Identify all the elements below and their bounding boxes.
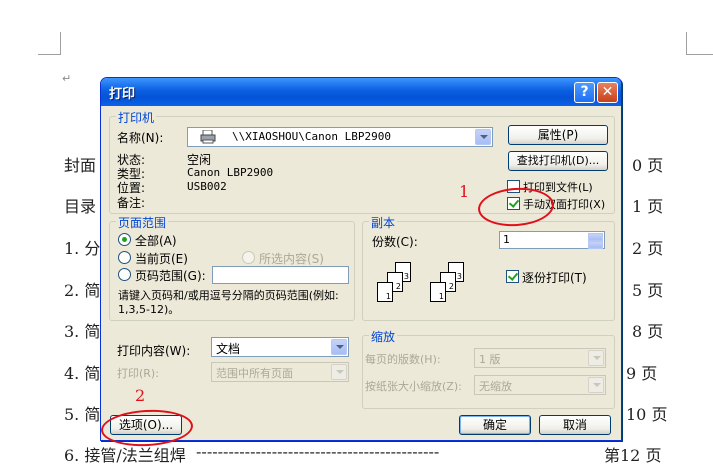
print-what-combo[interactable]: 文档 bbox=[211, 337, 349, 357]
doc-dashes: ----------------------------------------… bbox=[196, 442, 440, 461]
location-value: USB002 bbox=[187, 180, 227, 193]
print-pages-value: 范围中所有页面 bbox=[216, 367, 293, 380]
doc-page-3: 2 页 bbox=[632, 239, 664, 258]
collate-label: 逐份打印(T) bbox=[522, 271, 587, 285]
chevron-down-icon[interactable] bbox=[331, 364, 347, 380]
pages-per-sheet-label: 每页的版数(H): bbox=[365, 353, 441, 366]
doc-line-4: 2. 简 bbox=[64, 281, 101, 300]
preview-page-1b: 1 bbox=[430, 282, 446, 302]
range-current-label: 当前页(E) bbox=[135, 252, 188, 266]
title-bar[interactable]: 打印 ? ✕ bbox=[101, 78, 621, 106]
paragraph-mark: ↵ bbox=[62, 72, 72, 85]
doc-page-5: 8 页 bbox=[632, 322, 664, 341]
print-what-value: 文档 bbox=[216, 342, 241, 356]
printer-name-value: \\XIAOSHOU\Canon LBP2900 bbox=[232, 130, 391, 143]
print-dialog: 打印 ? ✕ 打印机 名称(N): \\XIAOSHOU\Canon LBP29… bbox=[100, 77, 622, 441]
pages-per-sheet-value: 1 版 bbox=[479, 353, 501, 366]
range-pages-radio[interactable] bbox=[118, 268, 131, 281]
range-all-label: 全部(A) bbox=[135, 234, 177, 248]
close-button[interactable]: ✕ bbox=[597, 82, 618, 103]
doc-page-8: 第12 页 bbox=[604, 446, 662, 465]
doc-page-7: 10 页 bbox=[626, 405, 668, 424]
chevron-down-icon[interactable] bbox=[475, 129, 491, 145]
pages-per-sheet-combo[interactable]: 1 版 bbox=[474, 348, 606, 368]
printer-icon bbox=[200, 129, 216, 144]
collate-preview-icon: 3 2 1 bbox=[373, 258, 433, 310]
spin-down-icon[interactable] bbox=[588, 241, 603, 249]
zoom-group-label: 缩放 bbox=[369, 328, 398, 345]
crop-mark-top-left-v bbox=[60, 32, 61, 54]
spin-up-icon[interactable] bbox=[588, 233, 603, 241]
range-pages-label: 页码范围(G): bbox=[135, 269, 206, 283]
print-what-label: 打印内容(W): bbox=[117, 344, 191, 358]
copies-spinner[interactable]: 1 bbox=[499, 231, 605, 249]
annotation-number-1: 1 bbox=[459, 182, 470, 201]
crop-mark-top-right-h bbox=[686, 54, 713, 55]
scale-value: 无缩放 bbox=[479, 380, 512, 393]
scale-combo[interactable]: 无缩放 bbox=[474, 375, 606, 395]
close-icon: ✕ bbox=[601, 84, 614, 100]
doc-line-1: 封面 bbox=[64, 156, 97, 175]
help-button[interactable]: ? bbox=[574, 82, 595, 103]
type-value: Canon LBP2900 bbox=[187, 166, 274, 179]
crop-mark-top-right-v bbox=[686, 32, 687, 54]
cancel-button[interactable]: 取消 bbox=[539, 415, 611, 435]
crop-mark-top-left-h bbox=[38, 54, 61, 55]
ok-button[interactable]: 确定 bbox=[459, 415, 531, 435]
collate-checkbox[interactable] bbox=[506, 270, 519, 283]
doc-page-1: 0 页 bbox=[632, 156, 664, 175]
range-all-radio[interactable] bbox=[118, 233, 131, 246]
print-pages-combo[interactable]: 范围中所有页面 bbox=[211, 362, 349, 382]
printer-name-combo[interactable]: \\XIAOSHOU\Canon LBP2900 bbox=[187, 127, 493, 147]
doc-page-2: 1 页 bbox=[632, 197, 664, 216]
range-selection-radio[interactable] bbox=[242, 251, 255, 264]
chevron-down-icon[interactable] bbox=[331, 339, 347, 355]
page-range-group-label: 页面范围 bbox=[116, 214, 169, 231]
zoom-group: 缩放 bbox=[362, 328, 615, 409]
doc-page-4: 5 页 bbox=[632, 281, 664, 300]
chevron-down-icon[interactable] bbox=[588, 350, 604, 366]
properties-button[interactable]: 属性(P) bbox=[508, 125, 608, 145]
range-current-radio[interactable] bbox=[118, 251, 131, 264]
printer-name-label: 名称(N): bbox=[117, 131, 164, 145]
chevron-down-icon[interactable] bbox=[588, 377, 604, 393]
help-icon: ? bbox=[580, 84, 589, 100]
doc-line-8: 6. 接管/法兰组焊 bbox=[64, 446, 186, 465]
doc-line-5: 3. 简 bbox=[64, 322, 101, 341]
collate-preview-icon-2: 3 2 1 bbox=[426, 258, 486, 310]
doc-line-3: 1. 分 bbox=[64, 239, 101, 258]
copies-count-label: 份数(C): bbox=[372, 235, 418, 249]
doc-page-6: 9 页 bbox=[626, 364, 658, 383]
find-printer-button[interactable]: 查找打印机(D)... bbox=[508, 151, 608, 171]
annotation-number-2: 2 bbox=[135, 386, 146, 405]
comment-label: 备注: bbox=[117, 196, 146, 210]
range-selection-label: 所选内容(S) bbox=[259, 252, 324, 266]
dialog-title: 打印 bbox=[109, 87, 136, 102]
page-range-hint: 请键入页码和/或用逗号分隔的页码范围(例如: 1,3,5-12)。 bbox=[118, 289, 339, 316]
doc-line-2: 目录 bbox=[64, 197, 97, 216]
page-range-input[interactable] bbox=[212, 266, 349, 284]
scale-label: 按纸张大小缩放(Z): bbox=[365, 380, 462, 393]
doc-line-6: 4. 简 bbox=[64, 364, 101, 383]
doc-line-7: 5. 简 bbox=[64, 405, 101, 424]
print-label: 打印(R): bbox=[117, 367, 159, 380]
copies-group-label: 副本 bbox=[369, 214, 398, 231]
printer-group-label: 打印机 bbox=[116, 109, 157, 126]
copies-value: 1 bbox=[503, 233, 510, 246]
preview-page-1: 1 bbox=[377, 282, 393, 302]
